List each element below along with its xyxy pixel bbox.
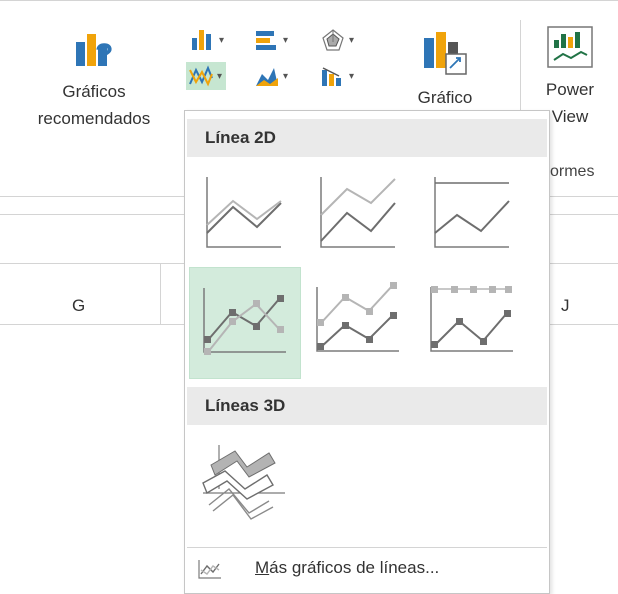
chevron-down-icon: ▾ bbox=[283, 70, 289, 82]
tile-line-with-markers[interactable] bbox=[189, 267, 301, 379]
line-chart-small-icon bbox=[198, 560, 221, 579]
radar-chart-icon bbox=[322, 29, 344, 51]
chevron-down-icon: ▾ bbox=[349, 70, 355, 82]
reports-group-label: ormes bbox=[550, 163, 595, 180]
svg-text:?: ? bbox=[95, 38, 113, 71]
more-line-charts-text: ás gráficos de líneas... bbox=[269, 558, 440, 577]
pivot-chart-button[interactable]: Gráfico bbox=[400, 28, 490, 108]
column-header-j[interactable]: J bbox=[561, 296, 570, 316]
chevron-down-icon: ▾ bbox=[219, 34, 225, 46]
recommended-charts-label-2: recomendados bbox=[37, 109, 151, 128]
stacked-line-icon bbox=[320, 177, 396, 248]
more-line-charts-accesskey: M bbox=[255, 558, 270, 577]
bar-chart-icon bbox=[256, 31, 276, 50]
radar-chart-button[interactable]: ▾ bbox=[320, 28, 354, 52]
3d-line-icon bbox=[202, 445, 285, 520]
area-chart-button[interactable]: ▾ bbox=[254, 64, 288, 88]
tile-100-stacked-line[interactable] bbox=[417, 163, 529, 275]
chevron-down-icon: ▾ bbox=[349, 34, 355, 46]
recommended-charts-label-1: Gráficos bbox=[62, 82, 126, 101]
statistic-chart-icon bbox=[322, 67, 341, 86]
line-with-markers-icon bbox=[203, 288, 286, 355]
chevron-down-icon: ▾ bbox=[217, 70, 223, 82]
line-chart-icon bbox=[189, 65, 213, 87]
more-line-charts-link[interactable]: Más gráficos de líneas... bbox=[187, 547, 547, 591]
line-chart-dropdown: Línea 2D Líneas 3D Más gráficos de línea… bbox=[184, 110, 550, 594]
column-chart-icon bbox=[192, 30, 211, 50]
more-line-charts-label: Más gráficos de líneas... bbox=[255, 558, 439, 578]
area-chart-icon bbox=[256, 68, 278, 86]
tile-line[interactable] bbox=[189, 163, 301, 275]
recommended-charts-icon: ? bbox=[76, 34, 113, 71]
tile-3d-line[interactable] bbox=[189, 431, 301, 543]
percent-stacked-line-with-markers-icon bbox=[430, 286, 513, 352]
column-chart-button[interactable]: ▾ bbox=[190, 28, 224, 52]
pivot-chart-icon bbox=[424, 32, 467, 75]
column-divider bbox=[160, 264, 161, 324]
section-header-2d: Línea 2D bbox=[187, 119, 547, 157]
chevron-down-icon: ▾ bbox=[283, 34, 289, 46]
percent-stacked-line-icon bbox=[434, 177, 510, 248]
tile-stacked-line-with-markers[interactable] bbox=[303, 267, 415, 379]
power-view-label-1: Power bbox=[545, 80, 595, 99]
column-header-g[interactable]: G bbox=[72, 296, 85, 316]
stacked-line-with-markers-icon bbox=[316, 282, 399, 352]
bar-chart-button[interactable]: ▾ bbox=[254, 28, 288, 52]
power-view-icon bbox=[547, 26, 593, 68]
tile-100-stacked-line-with-markers[interactable] bbox=[417, 267, 529, 379]
statistic-chart-button[interactable]: ▾ bbox=[320, 64, 354, 88]
pivot-chart-label: Gráfico bbox=[417, 88, 473, 107]
line-chart-icon bbox=[206, 177, 282, 248]
line-chart-button[interactable]: ▾ bbox=[186, 62, 227, 90]
section-header-3d: Líneas 3D bbox=[187, 387, 547, 425]
tile-stacked-line[interactable] bbox=[303, 163, 415, 275]
ribbon-top-border bbox=[0, 0, 618, 1]
recommended-charts-button[interactable]: ? Gráficos recomendados bbox=[14, 28, 174, 158]
